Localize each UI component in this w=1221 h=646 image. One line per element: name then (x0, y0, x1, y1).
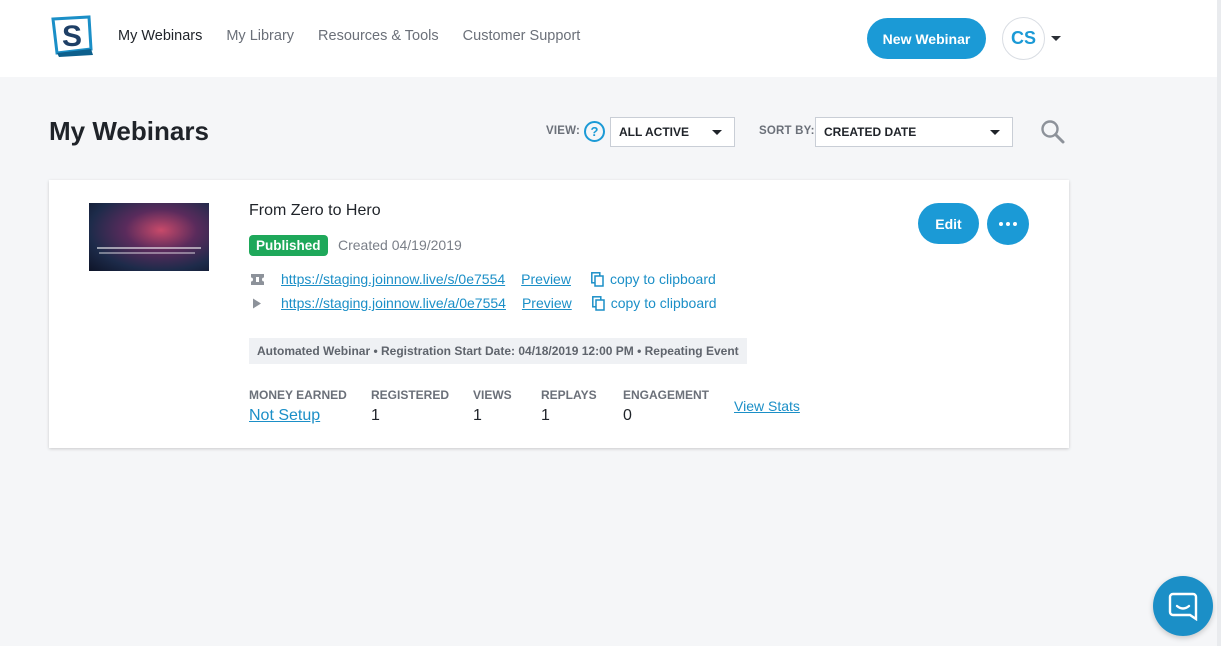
logo-letter: S (62, 20, 82, 53)
user-avatar[interactable]: CS (1002, 17, 1045, 60)
created-date: Created 04/19/2019 (338, 237, 462, 253)
status-badge: Published (249, 235, 328, 256)
play-icon (249, 298, 265, 309)
sort-by-value: CREATED DATE (824, 125, 917, 139)
attendee-link-row: https://staging.joinnow.live/a/0e7554 Pr… (249, 295, 717, 311)
stat-registered: REGISTERED 1 (371, 388, 449, 425)
webinar-thumbnail[interactable] (89, 203, 209, 271)
copy-icon (591, 295, 605, 311)
stat-label: REPLAYS (541, 388, 597, 402)
money-earned-link[interactable]: Not Setup (249, 407, 347, 425)
stat-label: VIEWS (473, 388, 512, 402)
account-menu-caret-icon[interactable] (1051, 36, 1061, 41)
registration-link-row: https://staging.joinnow.live/s/0e7554 Pr… (249, 271, 716, 287)
sort-by-select[interactable]: CREATED DATE (815, 117, 1013, 147)
stat-value: 1 (541, 407, 550, 424)
nav-my-library[interactable]: My Library (226, 28, 294, 44)
stat-views: VIEWS 1 (473, 388, 512, 425)
page-title: My Webinars (49, 116, 209, 146)
copy-label: copy to clipboard (610, 295, 717, 311)
view-filter-select[interactable]: ALL ACTIVE (610, 117, 735, 147)
stat-label: ENGAGEMENT (623, 388, 710, 402)
stat-label: MONEY EARNED (249, 388, 347, 402)
copy-icon (591, 271, 604, 287)
ticket-icon (249, 273, 265, 285)
stat-value: 1 (473, 407, 482, 424)
copy-label: copy to clipboard (609, 271, 716, 287)
top-navigation-bar: S My Webinars My Library Resources & Too… (0, 0, 1221, 77)
app-logo[interactable]: S (49, 15, 95, 57)
stat-engagement: ENGAGEMENT 0 (623, 388, 709, 425)
registration-url-link[interactable]: https://staging.joinnow.live/s/0e7554 (281, 271, 505, 287)
stat-value: 1 (371, 407, 380, 424)
sort-by-label: SORT BY: (759, 125, 815, 137)
new-webinar-button[interactable]: New Webinar (867, 18, 986, 59)
search-icon[interactable] (1040, 119, 1066, 145)
more-options-icon[interactable] (987, 203, 1029, 245)
main-nav: My Webinars My Library Resources & Tools… (118, 28, 604, 44)
stat-label: REGISTERED (371, 388, 450, 402)
copy-attendee-url-button[interactable]: copy to clipboard (591, 295, 717, 311)
nav-resources-tools[interactable]: Resources & Tools (318, 28, 439, 44)
help-icon[interactable]: ? (584, 121, 605, 142)
chevron-down-icon (990, 130, 1000, 135)
view-filter-label: VIEW: (546, 125, 581, 137)
nav-customer-support[interactable]: Customer Support (463, 28, 581, 44)
view-filter-value: ALL ACTIVE (619, 125, 690, 139)
scrollbar-track[interactable] (1217, 0, 1221, 646)
stat-money-earned: MONEY EARNED Not Setup (249, 388, 347, 425)
chevron-down-icon (712, 130, 722, 135)
view-stats-link[interactable]: View Stats (734, 398, 800, 414)
copy-registration-url-button[interactable]: copy to clipboard (591, 271, 716, 287)
nav-my-webinars[interactable]: My Webinars (118, 28, 202, 44)
attendee-preview-link[interactable]: Preview (522, 295, 572, 311)
attendee-url-link[interactable]: https://staging.joinnow.live/a/0e7554 (281, 295, 506, 311)
edit-button[interactable]: Edit (918, 203, 979, 244)
webinar-card: From Zero to Hero Published Created 04/1… (49, 180, 1069, 448)
webinar-meta-info: Automated Webinar • Registration Start D… (249, 338, 747, 364)
stat-replays: REPLAYS 1 (541, 388, 597, 425)
registration-preview-link[interactable]: Preview (521, 271, 571, 287)
webinar-title[interactable]: From Zero to Hero (249, 202, 381, 220)
stat-value: 0 (623, 407, 632, 424)
chat-launcher-icon[interactable] (1153, 576, 1213, 636)
